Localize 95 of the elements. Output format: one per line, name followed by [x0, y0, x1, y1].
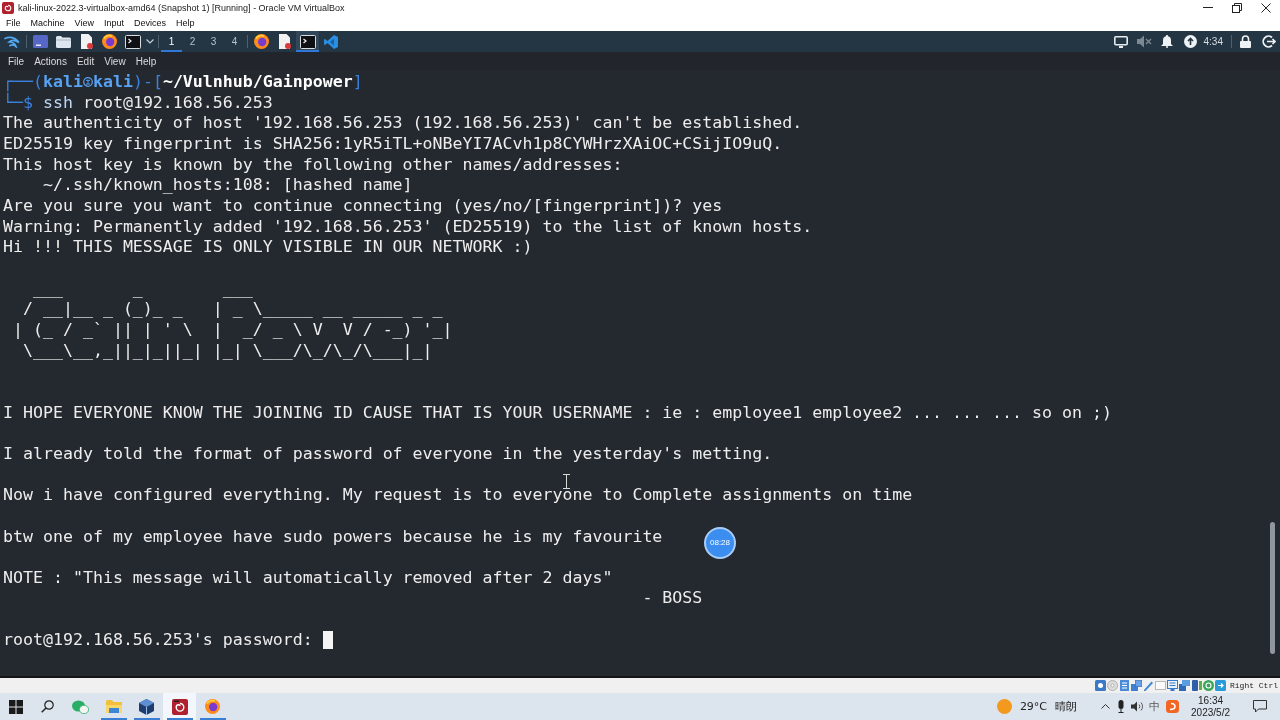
workspace-button[interactable]: 3: [203, 31, 224, 52]
bell-icon[interactable]: [1161, 35, 1174, 48]
terminal-line: ED25519 key fingerprint is SHA256:1yR5iTL+oNBeYI7ACvh1p8CYWHrzXAiOC+CSijIO9uQ.: [3, 133, 783, 155]
microphone-icon[interactable]: [1117, 700, 1126, 713]
document-icon: [278, 34, 291, 49]
terminal-line: This host key is known by the following other names/addresses:: [3, 154, 623, 176]
stacked-windows-icon[interactable]: [1179, 680, 1190, 691]
browser-icon: [205, 699, 220, 714]
device-bar-icon[interactable]: [1191, 680, 1202, 691]
weather-temperature: 29°C: [1019, 700, 1048, 713]
minimize-icon: [1202, 7, 1213, 8]
restore-icon: [1231, 2, 1242, 13]
terminal-line: Hi !!! THIS MESSAGE IS ONLY VISIBLE IN OUR NETWORK :): [3, 237, 533, 258]
input-method-indicator[interactable]: 中: [1148, 700, 1160, 713]
cube-icon: [139, 698, 154, 715]
terminal-line: Are you sure you want to continue connecting (yes/no/[fingerprint])? yes: [3, 195, 723, 217]
browser-icon: [254, 34, 269, 49]
menu-item[interactable]: Devices: [128, 16, 171, 30]
menu-item[interactable]: View: [69, 16, 99, 30]
terminal-line: I already told the format of password of everyone in the yesterday's metting.: [3, 443, 773, 465]
muted-speaker-icon[interactable]: [1136, 35, 1152, 48]
terminal-line: NOTE : "This message will automatically removed after 2 days": [3, 567, 613, 589]
caret-icon: [146, 39, 154, 44]
window-button[interactable]: [296, 31, 319, 52]
speaker-icon[interactable]: [1130, 701, 1144, 712]
notification-icon[interactable]: [1253, 700, 1267, 713]
terminal-line: The authenticity of host '192.168.56.253 (192.168.56.253)' can't be established.: [3, 113, 803, 134]
document-icon: [80, 34, 93, 49]
window-title: kali-linux-2022.3-virtualbox-amd64 (Snapshot 1) [Running] - Oracle VM VirtualBox: [18, 1, 345, 14]
swirl-app-icon: [171, 698, 188, 715]
close-icon: [1260, 2, 1271, 13]
pen-icon[interactable]: [1143, 680, 1154, 691]
search-icon: [41, 700, 54, 713]
command-argument: root@192.168.56.253: [82, 92, 273, 114]
sheet-icon[interactable]: [1119, 680, 1130, 691]
desktop-icon: [33, 35, 48, 48]
dragon-logo-icon: [4, 35, 20, 48]
taskbar-date: 2023/5/2: [1191, 706, 1230, 719]
terminal-line: I HOPE EVERYONE KNOW THE JOINING ID CAUSE THAT IS YOUR USERNAME : ie : employee1 employee2 ... ... ... so on ;): [3, 402, 1112, 424]
terminal-icon: [124, 34, 141, 49]
text-cursor-icon: [563, 474, 570, 489]
lock-icon[interactable]: [1240, 35, 1251, 48]
taskbar-time: 16:34: [1197, 694, 1225, 707]
prompt-path: ~/Vulnhub/Gainpower: [162, 72, 353, 93]
menu-item[interactable]: Machine: [25, 16, 70, 30]
screen-icon[interactable]: [1167, 680, 1178, 691]
scrollbar-thumb[interactable]: [1270, 522, 1275, 654]
monitor-icon[interactable]: [1114, 35, 1129, 48]
command-name: ssh: [42, 92, 73, 114]
terminal-line: ~/.ssh/known_hosts:108: [hashed name]: [42, 175, 413, 196]
prompt-frame: )-[: [132, 72, 163, 93]
up-arrow-circle-icon[interactable]: [1183, 35, 1197, 48]
recording-timer: 08:28: [704, 527, 736, 559]
arrow-square-icon[interactable]: [1215, 680, 1226, 691]
menu-item[interactable]: File: [1, 16, 26, 30]
menu-item[interactable]: Input: [98, 16, 129, 30]
prompt-frame: └─$: [3, 92, 33, 114]
disk-icon[interactable]: [1095, 680, 1106, 691]
prompt-frame: ┌──(: [3, 72, 43, 93]
workspace-button[interactable]: 4: [224, 31, 245, 52]
ascii-art-text: ___ _ ___ / __|__ _ (_)_ _ | _ \_____ __ _____ _ _ | (_ / _` || | ' \ | _/ _ \ V V / -_) '_| \___\__,_||_|_||_| |_| \___/\_/\_/\___|_|: [12, 278, 453, 362]
workspace-button[interactable]: 1: [161, 31, 182, 52]
prompt-host: kali: [92, 72, 133, 93]
curve-badge-icon[interactable]: [1165, 700, 1179, 713]
browser-icon: [102, 34, 117, 49]
password-prompt: root@192.168.56.253's password:: [3, 629, 313, 651]
prompt-frame: ]: [352, 72, 363, 93]
menu-item[interactable]: Actions: [29, 54, 72, 68]
menu-item[interactable]: File: [3, 54, 30, 68]
code-editor-icon: [323, 34, 338, 49]
menu-item[interactable]: Edit: [71, 54, 100, 68]
taskbar-app-button[interactable]: [163, 693, 196, 720]
terminal-line: Warning: Permanently added '192.168.56.253' (ED25519) to the list of known hosts.: [3, 216, 813, 238]
block-cursor-icon: [322, 631, 333, 650]
stacked-squares-icon[interactable]: [1131, 680, 1142, 691]
folder-icon: [56, 35, 71, 48]
start-icon: [8, 699, 23, 714]
signature-line: - BOSS: [642, 588, 703, 610]
workspace-button[interactable]: 2: [182, 31, 203, 52]
terminal-icon: [299, 34, 316, 49]
terminal-line: btw one of my employee have sudo powers because he is my favourite: [3, 526, 663, 548]
circular-arrows-icon[interactable]: [1203, 680, 1214, 691]
menu-item[interactable]: Help: [130, 54, 162, 68]
host-key-label: Right Ctrl: [1230, 680, 1278, 691]
panel-clock: 4:34: [1202, 35, 1224, 48]
weather-condition: 晴朗: [1055, 700, 1078, 713]
menu-item[interactable]: Help: [170, 16, 200, 30]
circled-symbol-icon: [82, 76, 93, 89]
chat-bubbles-icon: [72, 699, 89, 714]
prompt-user: kali: [42, 72, 83, 93]
chevron-up-icon[interactable]: [1100, 704, 1110, 709]
folder-icon: [105, 700, 122, 713]
menu-item[interactable]: View: [99, 54, 131, 68]
exit-arrow-icon[interactable]: [1261, 35, 1276, 48]
terminal-line: Now i have configured everything. My request is to everyone to Complete assignments on time: [3, 485, 913, 506]
